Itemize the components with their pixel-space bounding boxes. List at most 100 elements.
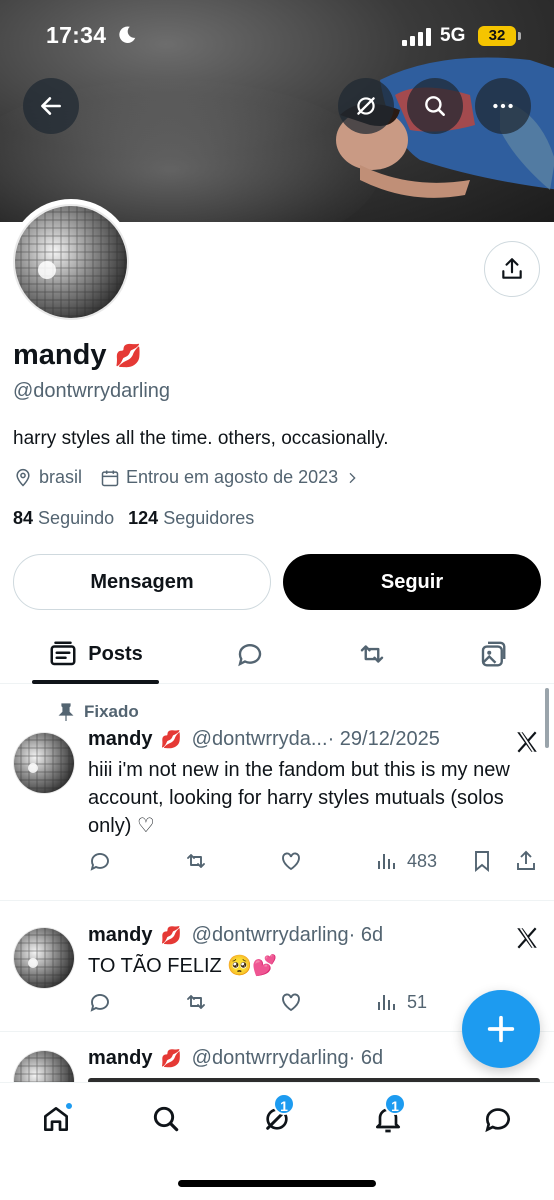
nav-search[interactable] <box>136 1099 196 1139</box>
moon-icon <box>119 26 136 43</box>
home-new-dot <box>64 1101 74 1111</box>
views-icon <box>378 995 395 1010</box>
chevron-right-icon <box>349 472 356 483</box>
tab-posts-label: Posts <box>88 642 143 665</box>
location-text: brasil <box>39 467 83 487</box>
grok-button[interactable] <box>338 78 394 134</box>
share-profile-button[interactable] <box>484 241 540 297</box>
more-icon <box>493 103 513 109</box>
post-3-header: mandy 💋 @dontwrrydarling · 6d <box>88 1047 383 1070</box>
views-button[interactable]: 483 <box>375 846 437 876</box>
share-icon <box>517 850 535 870</box>
bookmark-button[interactable] <box>470 846 494 876</box>
like-button[interactable] <box>279 987 303 1017</box>
post-author-name[interactable]: mandy <box>88 924 152 947</box>
post-1-actions: 483 <box>88 846 540 876</box>
calendar-icon <box>101 470 119 486</box>
follow-counts: 84 Seguindo 124 Seguidores <box>13 508 254 529</box>
tab-posts[interactable]: Posts <box>32 624 159 684</box>
post-date: · 29/12/2025 <box>327 728 440 750</box>
post-author-handle: @dontwrrydarling <box>191 1047 349 1069</box>
kiss-emoji: 💋 <box>160 1048 182 1068</box>
profile-name: mandy 💋 <box>13 339 142 372</box>
like-icon <box>282 852 300 871</box>
messages-icon <box>485 1108 510 1133</box>
search-button[interactable] <box>407 78 463 134</box>
reply-button[interactable] <box>88 987 112 1017</box>
profile-meta: brasil Entrou em agosto de 2023 <box>13 467 378 488</box>
views-count: 51 <box>407 991 428 1012</box>
tab-reposts[interactable] <box>342 624 402 684</box>
status-bar: 17:34 5G 32 <box>0 0 554 70</box>
location-icon <box>16 468 30 487</box>
x-logo-icon <box>517 927 537 949</box>
tab-media[interactable] <box>463 624 523 684</box>
message-button[interactable]: Mensagem <box>13 554 271 610</box>
profile-avatar[interactable] <box>8 199 134 325</box>
post-author-handle: @dontwrryda... <box>191 728 328 750</box>
signal-icon <box>402 28 431 46</box>
views-button[interactable]: 51 <box>375 987 427 1017</box>
like-button[interactable] <box>279 846 303 876</box>
repost-icon <box>187 854 205 868</box>
media-icon <box>481 641 506 667</box>
bookmark-icon <box>475 851 489 873</box>
joined-date[interactable]: Entrou em agosto de 2023 <box>100 467 360 488</box>
post-1-avatar[interactable] <box>13 732 75 794</box>
plus-icon <box>487 1015 515 1043</box>
post-2-text: TO TÃO FELIZ 🥺💕 <box>88 955 278 977</box>
search-icon <box>153 1106 179 1132</box>
search-icon <box>425 96 445 116</box>
nav-notifications[interactable]: 1 <box>358 1093 418 1139</box>
followers-link[interactable]: 124 Seguidores <box>128 508 254 529</box>
profile-banner[interactable]: 17:34 5G 32 <box>0 0 554 222</box>
reply-button[interactable] <box>88 846 112 876</box>
kiss-emoji: 💋 <box>160 729 182 749</box>
profile-name-text: mandy <box>13 339 107 371</box>
views-icon <box>378 854 395 869</box>
post-author-name[interactable]: mandy <box>88 1047 152 1070</box>
nav-home[interactable] <box>26 1099 86 1139</box>
views-count: 483 <box>407 850 438 871</box>
pinned-text: Fixado <box>84 702 139 721</box>
profile-bio: harry styles all the time. others, occas… <box>13 428 389 449</box>
x-logo-icon <box>517 731 537 753</box>
more-button[interactable] <box>475 78 531 134</box>
reply-icon <box>238 643 262 667</box>
share-post-button[interactable] <box>514 846 538 876</box>
repost-button[interactable] <box>184 846 208 876</box>
avatar-image <box>13 927 75 989</box>
following-link[interactable]: 84 Seguindo <box>13 508 114 529</box>
compose-button[interactable] <box>462 990 540 1068</box>
following-count: 84 <box>13 508 34 528</box>
location: brasil <box>13 467 82 488</box>
profile-handle: @dontwrrydarling <box>13 380 171 402</box>
post-2-avatar[interactable] <box>13 927 75 989</box>
post-2-header: mandy 💋 @dontwrrydarling · 6d <box>88 924 383 947</box>
tab-replies[interactable] <box>220 624 280 684</box>
nav-messages[interactable] <box>468 1099 528 1139</box>
grok-badge: 1 <box>273 1093 295 1115</box>
post-author-name[interactable]: mandy <box>88 728 152 751</box>
post-1-header: mandy 💋 @dontwrryda... · 29/12/2025 <box>88 728 440 751</box>
avatar <box>13 204 129 320</box>
followers-count: 124 <box>128 508 159 528</box>
following-label: Seguindo <box>38 508 115 528</box>
follow-button[interactable]: Seguir <box>283 554 541 610</box>
home-indicator[interactable] <box>178 1180 376 1187</box>
battery-indicator: 32 <box>478 26 521 46</box>
grok-icon <box>357 97 375 115</box>
reply-icon <box>90 994 109 1012</box>
kiss-emoji: 💋 <box>114 342 142 368</box>
back-button[interactable] <box>23 78 79 134</box>
kiss-emoji: 💋 <box>160 925 182 945</box>
posts-icon <box>50 641 76 666</box>
post-date: · 6d <box>348 1047 384 1069</box>
share-icon <box>502 258 522 279</box>
status-time: 17:34 <box>46 22 107 48</box>
back-arrow-icon <box>41 97 61 115</box>
nav-grok[interactable]: 1 <box>247 1093 307 1139</box>
network-type: 5G <box>440 25 466 46</box>
profile-tabs: Posts <box>0 624 554 684</box>
repost-button[interactable] <box>184 987 208 1017</box>
